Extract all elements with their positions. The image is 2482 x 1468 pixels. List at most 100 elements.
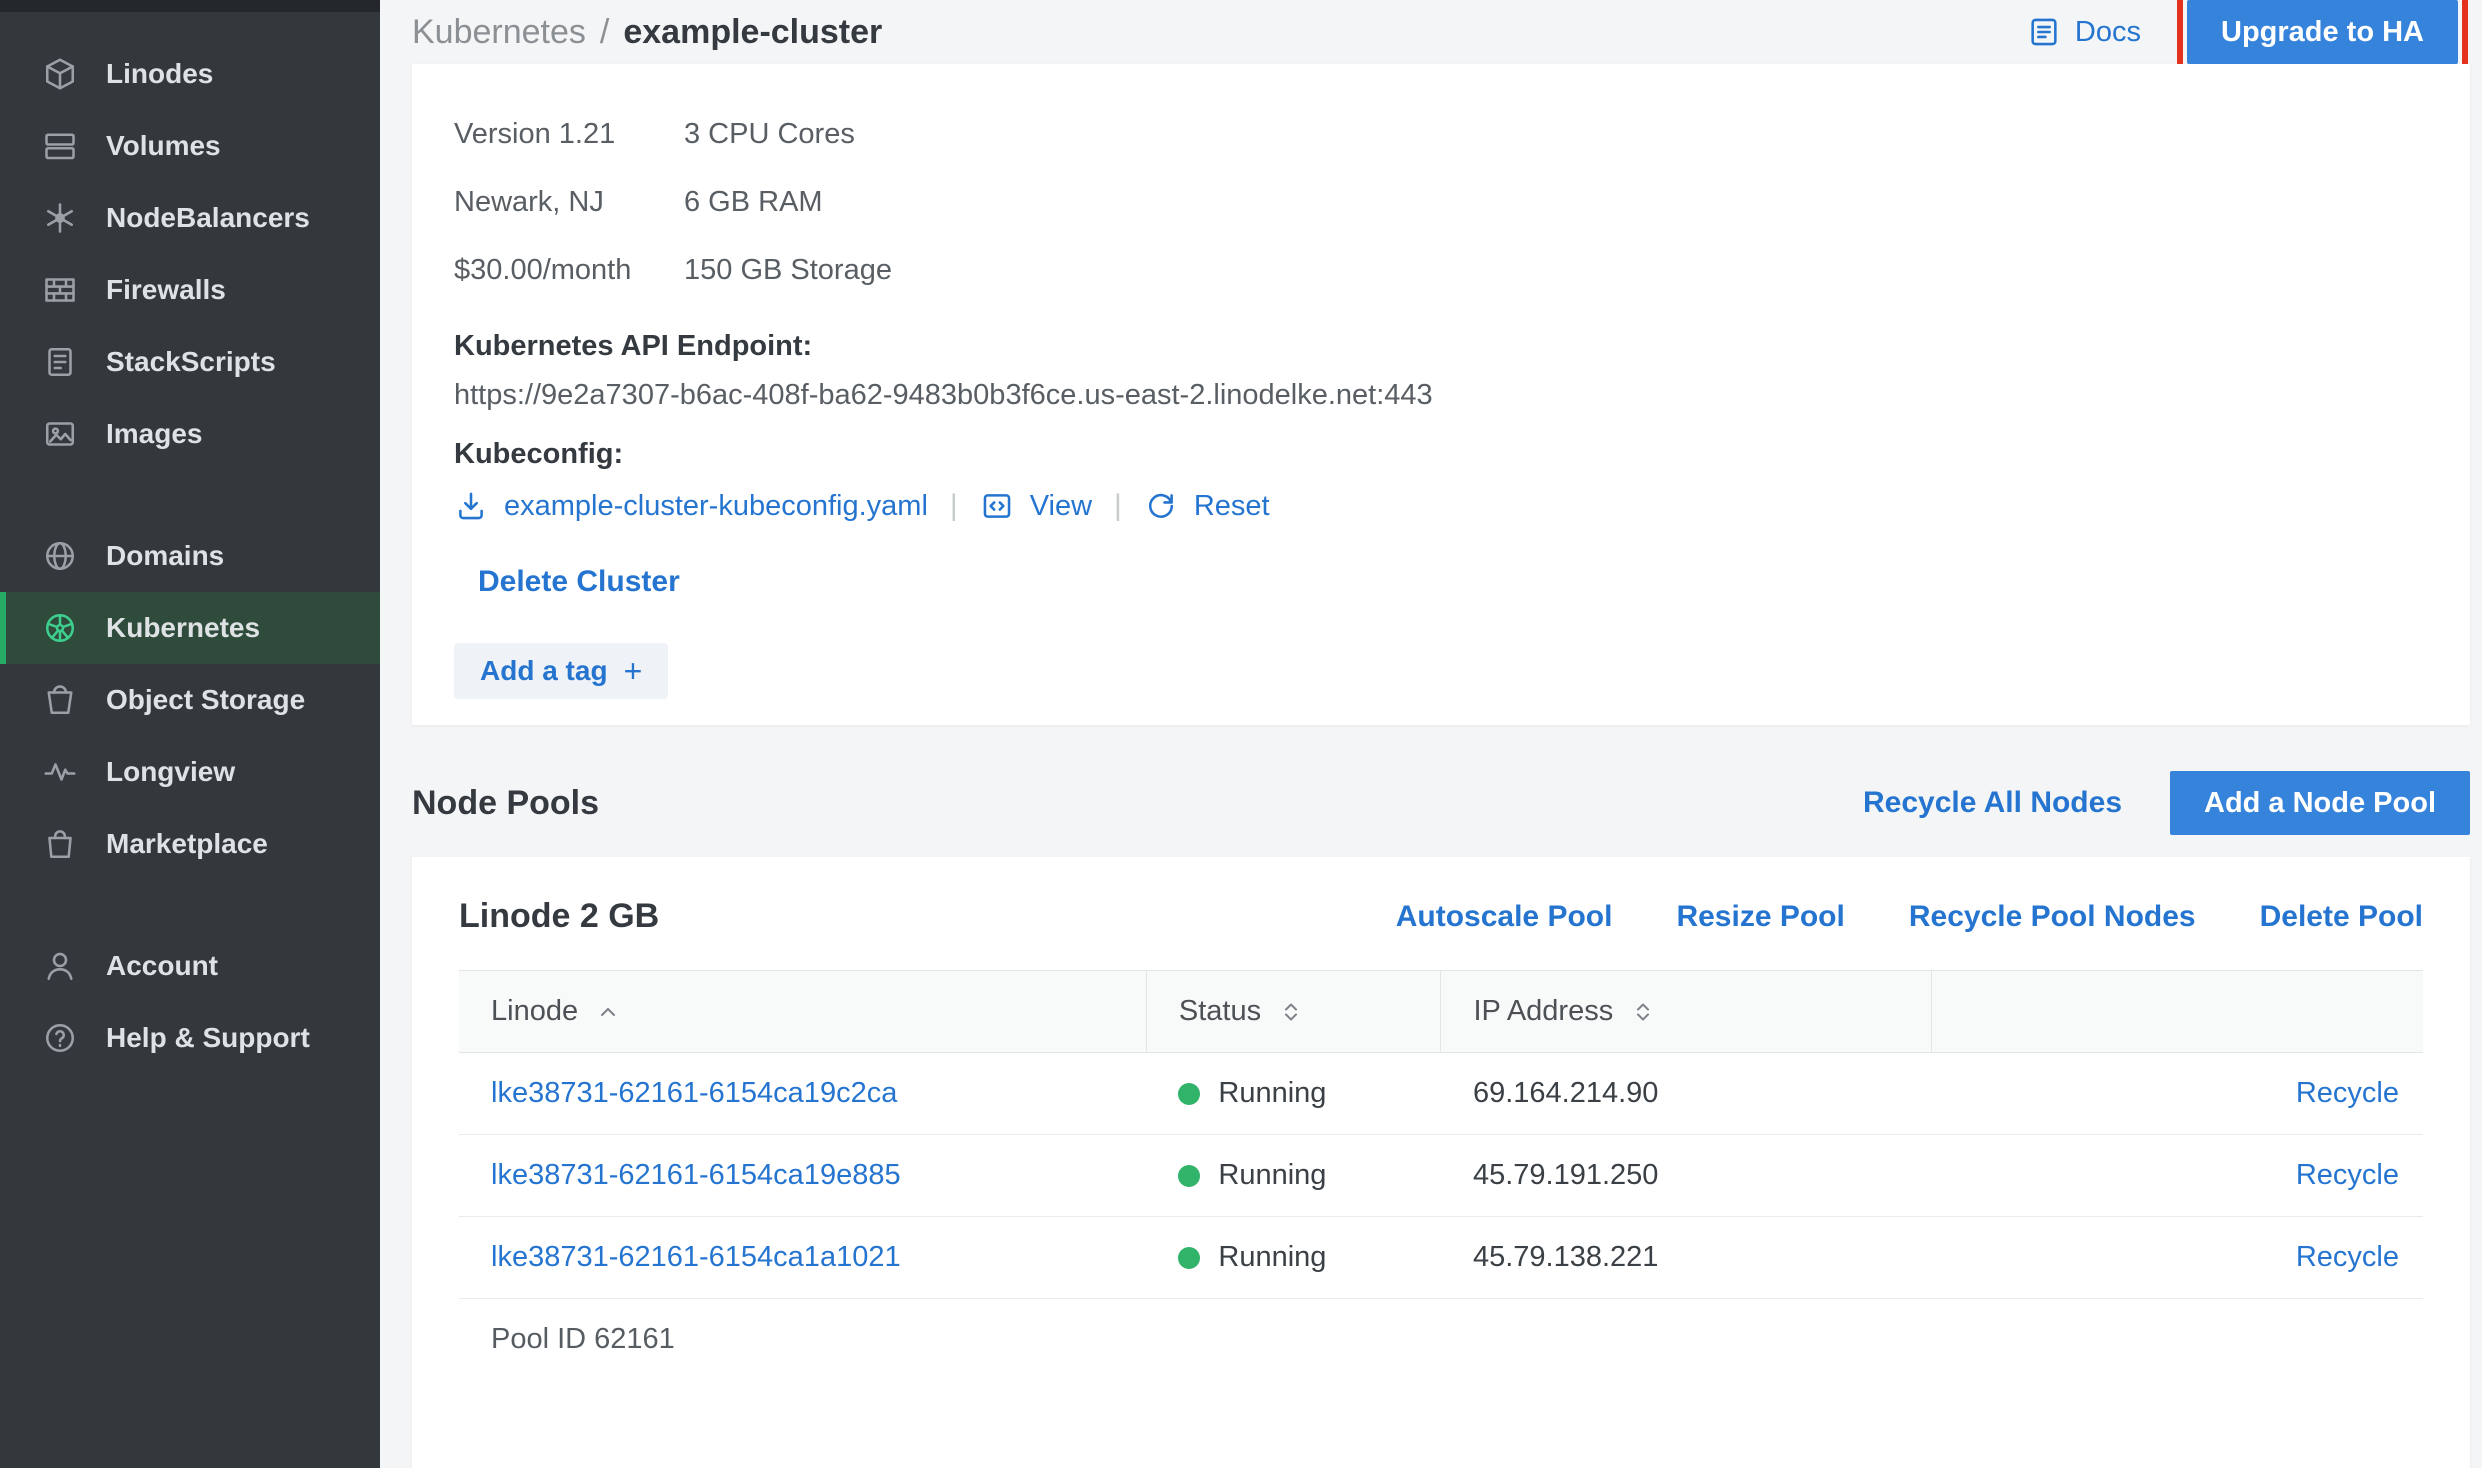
sidebar-item-label: Linodes xyxy=(106,58,213,90)
node-pools-actions: Recycle All Nodes Add a Node Pool xyxy=(1863,771,2470,835)
main-content: Kubernetes / example-cluster Docs Upgrad… xyxy=(380,0,2482,1468)
sidebar-item-label: StackScripts xyxy=(106,346,276,378)
sidebar-item-help-support[interactable]: Help & Support xyxy=(0,1002,380,1074)
question-icon xyxy=(40,1018,80,1058)
sidebar-item-account[interactable]: Account xyxy=(0,930,380,1002)
breadcrumb-cluster-name: example-cluster xyxy=(623,13,882,52)
breadcrumb-kubernetes-link[interactable]: Kubernetes xyxy=(412,13,586,52)
pool-panel: Linode 2 GB Autoscale Pool Resize Pool R… xyxy=(412,857,2470,1468)
cluster-region: Newark, NJ xyxy=(454,186,684,219)
sidebar-item-label: Longview xyxy=(106,756,235,788)
sidebar-item-label: Domains xyxy=(106,540,224,572)
sidebar-item-nodebalancers[interactable]: NodeBalancers xyxy=(0,182,380,254)
recycle-node-link[interactable]: Recycle xyxy=(2296,1159,2399,1191)
node-link[interactable]: lke38731-62161-6154ca19c2ca xyxy=(491,1077,897,1109)
cluster-price: $30.00/month xyxy=(454,254,684,287)
kubeconfig-view-button[interactable]: View xyxy=(980,489,1092,523)
sidebar-nav: Linodes Volumes NodeBalancers Firewalls xyxy=(0,12,380,1074)
sidebar: Linodes Volumes NodeBalancers Firewalls xyxy=(0,0,380,1468)
upgrade-annotation-box: Upgrade to HA xyxy=(2187,0,2458,64)
node-pools-section-bar: Node Pools Recycle All Nodes Add a Node … xyxy=(412,771,2470,835)
sidebar-item-label: Kubernetes xyxy=(106,612,260,644)
autoscale-pool-link[interactable]: Autoscale Pool xyxy=(1396,900,1613,934)
recycle-all-nodes-link[interactable]: Recycle All Nodes xyxy=(1863,786,2122,820)
sidebar-item-marketplace[interactable]: Marketplace xyxy=(0,808,380,880)
column-header-ip-address[interactable]: IP Address xyxy=(1441,971,1932,1053)
sidebar-item-domains[interactable]: Domains xyxy=(0,520,380,592)
spec-row: Newark, NJ 6 GB RAM xyxy=(454,168,2428,236)
add-tag-label: Add a tag xyxy=(480,655,608,687)
node-table-row: lke38731-62161-6154ca1a1021 Running 45.7… xyxy=(459,1217,2423,1299)
pool-id-label: Pool ID 62161 xyxy=(459,1299,2423,1381)
docs-label: Docs xyxy=(2075,16,2141,49)
sidebar-item-label: Object Storage xyxy=(106,684,305,716)
column-header-linode[interactable]: Linode xyxy=(459,971,1146,1053)
cluster-cpu: 3 CPU Cores xyxy=(684,118,855,151)
cluster-summary-panel: Version 1.21 3 CPU Cores Newark, NJ 6 GB… xyxy=(412,64,2470,725)
kubeconfig-reset-button[interactable]: Reset xyxy=(1144,489,1270,523)
sidebar-item-label: NodeBalancers xyxy=(106,202,310,234)
add-tag-button[interactable]: Add a tag + xyxy=(454,643,668,699)
upgrade-to-ha-button[interactable]: Upgrade to HA xyxy=(2187,0,2458,64)
status-label: Running xyxy=(1218,1077,1326,1110)
docs-icon xyxy=(2027,15,2061,49)
sort-asc-icon xyxy=(596,1000,620,1024)
node-ip: 45.79.191.250 xyxy=(1473,1159,1658,1191)
status-dot-running xyxy=(1178,1083,1200,1105)
sidebar-item-linodes[interactable]: Linodes xyxy=(0,38,380,110)
recycle-node-link[interactable]: Recycle xyxy=(2296,1077,2399,1109)
reset-label: Reset xyxy=(1194,490,1270,523)
recycle-node-link[interactable]: Recycle xyxy=(2296,1241,2399,1273)
sidebar-item-object-storage[interactable]: Object Storage xyxy=(0,664,380,736)
sidebar-group-gap xyxy=(0,880,380,930)
node-link[interactable]: lke38731-62161-6154ca1a1021 xyxy=(491,1241,901,1273)
cluster-storage: 150 GB Storage xyxy=(684,254,892,287)
cluster-ram: 6 GB RAM xyxy=(684,186,823,219)
stackscripts-icon xyxy=(40,342,80,382)
kubeconfig-row: example-cluster-kubeconfig.yaml | View |… xyxy=(454,489,2428,523)
sidebar-item-images[interactable]: Images xyxy=(0,398,380,470)
delete-cluster-button[interactable]: Delete Cluster xyxy=(478,565,680,599)
node-table-row: lke38731-62161-6154ca19e885 Running 45.7… xyxy=(459,1135,2423,1217)
resize-pool-link[interactable]: Resize Pool xyxy=(1676,900,1844,934)
page: Linodes Volumes NodeBalancers Firewalls xyxy=(0,0,2482,1468)
sidebar-item-label: Help & Support xyxy=(106,1022,310,1054)
sidebar-item-label: Account xyxy=(106,950,218,982)
bucket-icon xyxy=(40,680,80,720)
globe-icon xyxy=(40,536,80,576)
spec-row: Version 1.21 3 CPU Cores xyxy=(454,100,2428,168)
kubeconfig-download-link[interactable]: example-cluster-kubeconfig.yaml xyxy=(454,489,928,523)
separator: | xyxy=(1114,489,1122,523)
api-endpoint-label: Kubernetes API Endpoint: xyxy=(454,330,2428,363)
pool-id-row: Pool ID 62161 xyxy=(459,1299,2423,1381)
cube-icon xyxy=(40,54,80,94)
sidebar-item-stackscripts[interactable]: StackScripts xyxy=(0,326,380,398)
sort-icon xyxy=(1279,1000,1303,1024)
topbar: Kubernetes / example-cluster Docs Upgrad… xyxy=(412,0,2470,64)
status-dot-running xyxy=(1178,1165,1200,1187)
node-pools-title: Node Pools xyxy=(412,784,599,823)
column-label: IP Address xyxy=(1473,995,1613,1028)
delete-pool-link[interactable]: Delete Pool xyxy=(2260,900,2423,934)
add-node-pool-button[interactable]: Add a Node Pool xyxy=(2170,771,2470,835)
node-link[interactable]: lke38731-62161-6154ca19e885 xyxy=(491,1159,901,1191)
sidebar-item-label: Firewalls xyxy=(106,274,226,306)
column-header-status[interactable]: Status xyxy=(1146,971,1441,1053)
nodebalancer-icon xyxy=(40,198,80,238)
sidebar-item-kubernetes[interactable]: Kubernetes xyxy=(0,592,380,664)
pool-plan-name: Linode 2 GB xyxy=(459,897,659,936)
docs-link[interactable]: Docs xyxy=(2027,15,2141,49)
code-view-icon xyxy=(980,489,1014,523)
cluster-version: Version 1.21 xyxy=(454,118,684,151)
recycle-pool-nodes-link[interactable]: Recycle Pool Nodes xyxy=(1909,900,2196,934)
kubernetes-icon xyxy=(40,608,80,648)
sidebar-item-firewalls[interactable]: Firewalls xyxy=(0,254,380,326)
node-ip: 69.164.214.90 xyxy=(1473,1077,1658,1109)
kubeconfig-filename: example-cluster-kubeconfig.yaml xyxy=(504,490,928,523)
status-dot-running xyxy=(1178,1247,1200,1269)
sidebar-item-volumes[interactable]: Volumes xyxy=(0,110,380,182)
sidebar-item-label: Volumes xyxy=(106,130,221,162)
column-label: Status xyxy=(1179,995,1261,1028)
sidebar-top-strip xyxy=(0,0,380,12)
sidebar-item-longview[interactable]: Longview xyxy=(0,736,380,808)
